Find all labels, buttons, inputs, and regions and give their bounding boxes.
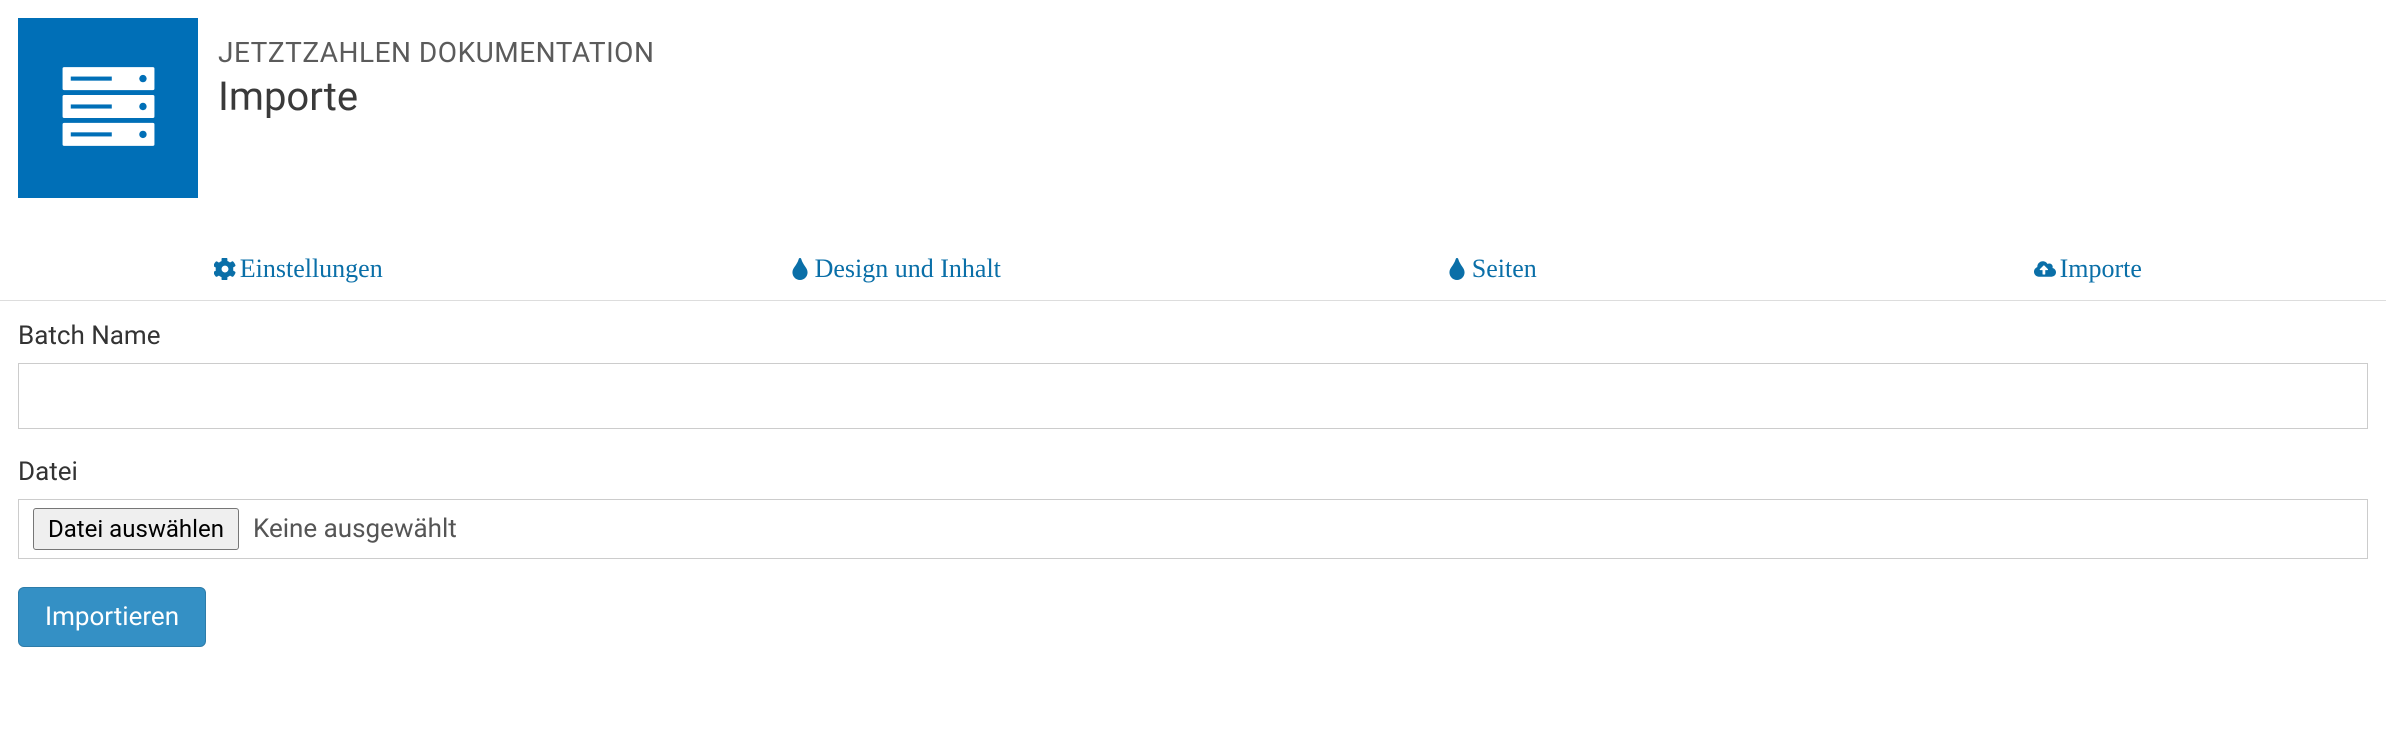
tab-seiten[interactable]: Seiten [1193,238,1790,300]
batch-name-label: Batch Name [18,321,2368,351]
tab-einstellungen[interactable]: Einstellungen [0,238,597,300]
batch-name-input[interactable] [18,363,2368,429]
tabs-nav: Einstellungen Design und Inhalt Seiten I… [0,238,2386,301]
gear-icon [214,258,236,280]
tab-importe[interactable]: Importe [1790,238,2386,300]
page-title: Importe [218,73,654,120]
file-group: Datei Datei auswählen Keine ausgewählt [18,457,2368,559]
page-subtitle: JETZTZAHLEN DOKUMENTATION [218,36,654,69]
tint-icon [789,258,811,280]
tab-label: Design und Inhalt [815,254,1001,284]
tab-design-und-inhalt[interactable]: Design und Inhalt [597,238,1194,300]
tab-label: Einstellungen [240,254,383,284]
file-input-wrapper: Datei auswählen Keine ausgewählt [18,499,2368,559]
tab-label: Seiten [1472,254,1537,284]
tint-icon [1446,258,1468,280]
title-block: JETZTZAHLEN DOKUMENTATION Importe [218,18,654,120]
page-icon-tile [18,18,198,198]
batch-name-group: Batch Name [18,321,2368,429]
page-header: JETZTZAHLEN DOKUMENTATION Importe [0,0,2386,198]
import-form: Batch Name Datei Datei auswählen Keine a… [0,301,2386,667]
import-submit-button[interactable]: Importieren [18,587,206,647]
cloud-upload-icon [2034,258,2056,280]
file-label: Datei [18,457,2368,487]
file-status-text: Keine ausgewählt [253,514,457,544]
tab-label: Importe [2060,254,2142,284]
file-select-button[interactable]: Datei auswählen [33,508,239,550]
server-icon [56,54,161,163]
